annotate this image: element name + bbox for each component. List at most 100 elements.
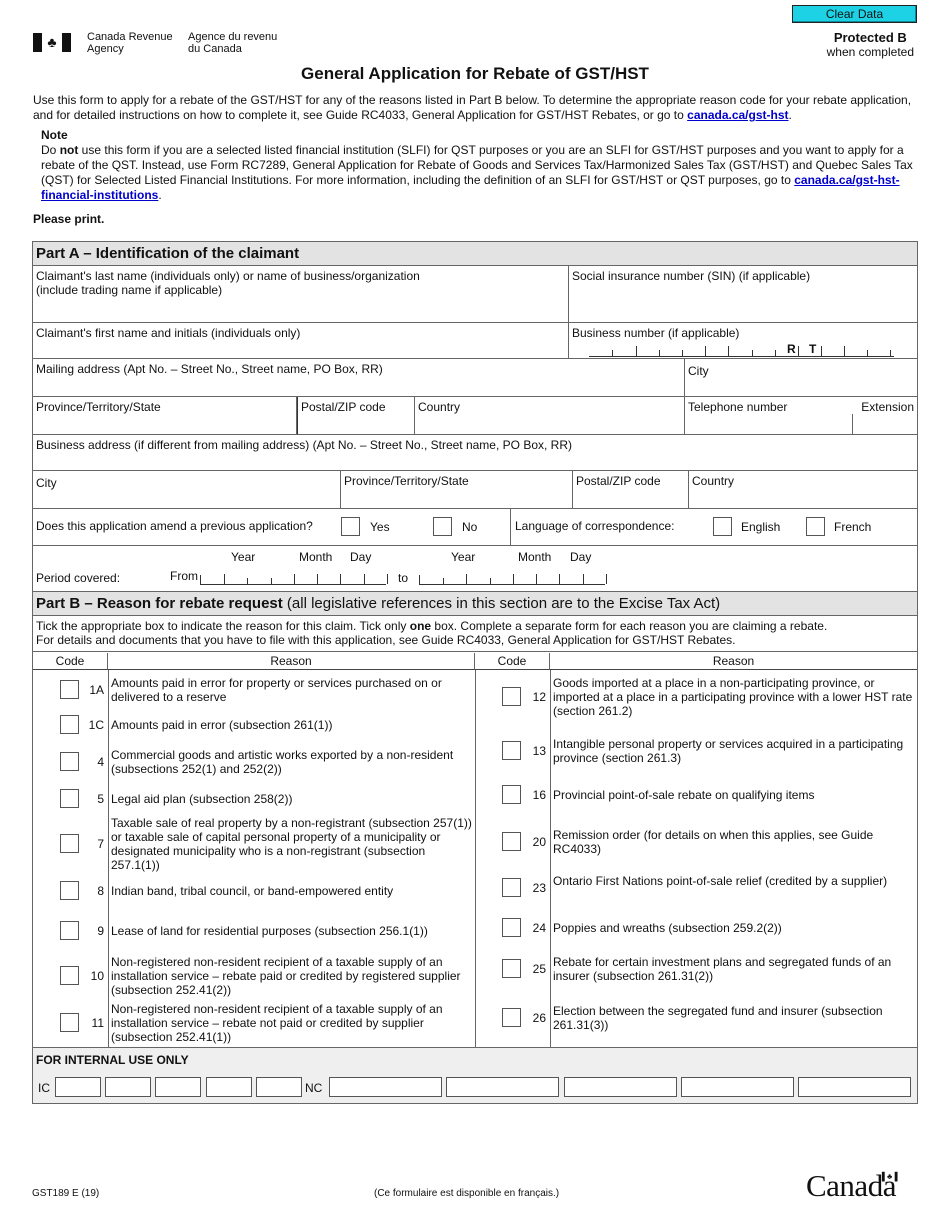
to-date-comb[interactable]: [419, 574, 607, 585]
business-province-field[interactable]: Province/Territory/State: [341, 471, 573, 509]
reason-checkbox[interactable]: [502, 785, 521, 804]
ic-box-2[interactable]: [105, 1077, 151, 1097]
first-name-field[interactable]: Claimant's first name and initials (indi…: [33, 323, 569, 359]
from-date-comb[interactable]: [200, 574, 388, 585]
reason-code: 8: [97, 884, 104, 898]
business-city-field[interactable]: City: [33, 471, 341, 509]
form-frame: Part A – Identification of the claimant …: [32, 241, 918, 1104]
comb-tick: [867, 350, 868, 356]
nc-box-1[interactable]: [329, 1077, 442, 1097]
reason-checkbox[interactable]: [60, 834, 79, 853]
to-label: to: [398, 571, 409, 585]
comb-tick: [224, 574, 225, 584]
form-id: GST189 E (19): [32, 1188, 100, 1199]
reason-checkbox[interactable]: [60, 1013, 79, 1032]
amend-no-label: No: [462, 520, 478, 534]
french-label: French: [834, 520, 872, 534]
reason-row: 10 Non-registered non-resident recipient …: [33, 952, 461, 1000]
clear-data-button[interactable]: Clear Data: [792, 5, 917, 23]
note-block: Note Do not use this form if you are a s…: [41, 128, 913, 203]
amend-yes-checkbox[interactable]: [341, 517, 360, 536]
reason-checkbox[interactable]: [502, 878, 521, 897]
reason-checkbox[interactable]: [60, 752, 79, 771]
reason-checkbox[interactable]: [502, 832, 521, 851]
comb-tick: [443, 578, 444, 584]
comb-tick: [559, 574, 560, 584]
reason-checkbox[interactable]: [60, 966, 79, 985]
nc-box-4[interactable]: [681, 1077, 794, 1097]
reason-row: 24 Poppies and wreaths (subsection 259.2(…: [475, 910, 880, 946]
reason-checkbox[interactable]: [502, 741, 521, 760]
ic-box-5[interactable]: [256, 1077, 302, 1097]
country-field[interactable]: Country: [415, 397, 685, 435]
reason-text: Intangible personal property or services…: [553, 737, 904, 765]
reason-code: 23: [532, 881, 546, 895]
postal-code-field[interactable]: Postal/ZIP code: [297, 397, 415, 435]
business-address-field[interactable]: Business address (if different from mail…: [33, 435, 917, 471]
col-header-reason-right: Reason: [550, 653, 917, 670]
col-header-code-left: Code: [33, 653, 108, 670]
telephone-field[interactable]: Telephone number Extension: [685, 397, 917, 435]
reason-code: 4: [97, 755, 104, 769]
business-postal-field[interactable]: Postal/ZIP code: [573, 471, 689, 509]
to-year-label: Year: [451, 550, 476, 564]
nc-box-5[interactable]: [798, 1077, 911, 1097]
reason-code: 11: [91, 1016, 104, 1030]
reason-checkbox[interactable]: [60, 789, 79, 808]
nc-box-3[interactable]: [564, 1077, 677, 1097]
comb-tick: [844, 346, 845, 356]
province-field[interactable]: Province/Territory/State: [33, 397, 297, 435]
business-number-comb[interactable]: [589, 346, 894, 357]
reason-code: 20: [532, 835, 546, 849]
reason-row: 20 Remission order (for details on when t…: [475, 818, 880, 866]
ic-box-1[interactable]: [55, 1077, 101, 1097]
city-field[interactable]: City: [685, 359, 917, 397]
amend-no-checkbox[interactable]: [433, 517, 452, 536]
sin-field[interactable]: Social insurance number (SIN) (if applic…: [569, 266, 917, 323]
comb-tick: [466, 574, 467, 584]
reason-checkbox[interactable]: [502, 687, 521, 706]
reason-checkbox[interactable]: [60, 881, 79, 900]
reason-checkbox[interactable]: [502, 918, 521, 937]
part-a-heading: Part A – Identification of the claimant: [33, 242, 917, 266]
protected-title: Protected B: [833, 30, 907, 45]
agency-en-line2: Agency: [87, 43, 124, 55]
reason-text: Amounts paid in error (subsection 261(1)…: [111, 718, 333, 732]
reason-checkbox[interactable]: [502, 1008, 521, 1027]
reason-code: 25: [532, 962, 546, 976]
ic-box-3[interactable]: [155, 1077, 201, 1097]
from-day-label: Day: [350, 550, 372, 564]
last-name-label: Claimant's last name (individuals only) …: [36, 269, 420, 283]
last-name-field[interactable]: Claimant's last name (individuals only) …: [33, 266, 569, 323]
reason-row: 7 Taxable sale of real property by a non-…: [33, 816, 472, 872]
mailing-address-field[interactable]: Mailing address (Apt No. – Street No., S…: [33, 359, 685, 397]
reason-text: Non-registered non-resident recipient of…: [111, 955, 461, 997]
reason-checkbox[interactable]: [60, 715, 79, 734]
period-covered-label: Period covered:: [36, 571, 121, 585]
comb-tick: [271, 578, 272, 584]
french-checkbox[interactable]: [806, 517, 825, 536]
comb-tick: [728, 346, 729, 356]
first-name-label: Claimant's first name and initials (indi…: [36, 326, 301, 340]
nc-box-2[interactable]: [446, 1077, 559, 1097]
country-label: Country: [418, 400, 461, 414]
reason-checkbox[interactable]: [502, 959, 521, 978]
comb-tick: [583, 574, 584, 584]
reason-row: 26 Election between the segregated fund a…: [475, 994, 883, 1042]
ic-box-4[interactable]: [206, 1077, 252, 1097]
gst-hst-link[interactable]: canada.ca/gst-hst: [687, 108, 788, 122]
reason-text: Non-registered non-resident recipient of…: [111, 1002, 443, 1044]
reason-checkbox[interactable]: [60, 680, 79, 699]
english-checkbox[interactable]: [713, 517, 732, 536]
reason-text: Ontario First Nations point-of-sale reli…: [553, 874, 888, 888]
to-day-label: Day: [570, 550, 592, 564]
business-country-field[interactable]: Country: [689, 471, 917, 509]
comb-tick: [513, 574, 514, 584]
reason-checkbox[interactable]: [60, 921, 79, 940]
comb-tick: [490, 578, 491, 584]
flag-bar-left: [33, 33, 42, 52]
please-print: Please print.: [33, 212, 105, 226]
comb-tick: [682, 350, 683, 356]
internal-use-heading: FOR INTERNAL USE ONLY: [36, 1053, 189, 1067]
wordmark-flag-icon: ▌♣▐: [881, 1172, 898, 1181]
